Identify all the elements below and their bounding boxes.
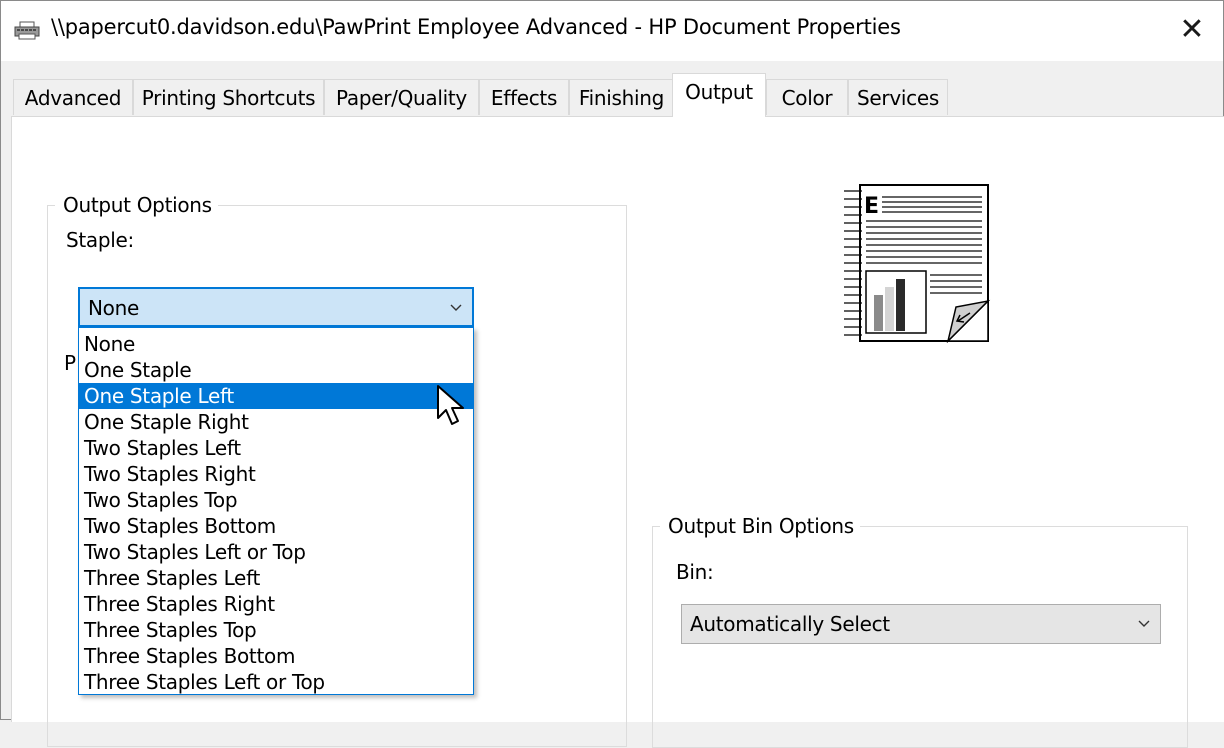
staple-dropdown-list[interactable]: None One Staple One Staple Left One Stap… (78, 327, 474, 695)
bin-select-value: Automatically Select (690, 612, 890, 636)
close-icon: ✕ (1179, 12, 1205, 47)
staple-option-two-staples-right[interactable]: Two Staples Right (79, 461, 473, 487)
svg-text:E: E (864, 194, 879, 219)
staple-option-three-staples-bottom[interactable]: Three Staples Bottom (79, 643, 473, 669)
obscured-label: P (64, 351, 77, 375)
tab-finishing[interactable]: Finishing (569, 79, 674, 115)
bin-select[interactable]: Automatically Select (681, 604, 1161, 644)
tab-effects[interactable]: Effects (479, 79, 569, 115)
chevron-down-icon (1138, 620, 1150, 627)
staple-option-two-staples-left[interactable]: Two Staples Left (79, 435, 473, 461)
staple-option-two-staples-top[interactable]: Two Staples Top (79, 487, 473, 513)
document-preview-icon: E (844, 184, 991, 343)
printer-icon (14, 21, 40, 40)
staple-option-one-staple[interactable]: One Staple (79, 357, 473, 383)
tab-advanced[interactable]: Advanced (13, 79, 133, 115)
tab-output[interactable]: Output (672, 73, 766, 117)
staple-option-three-staples-right[interactable]: Three Staples Right (79, 591, 473, 617)
output-options-legend: Output Options (55, 193, 218, 217)
staple-option-three-staples-top[interactable]: Three Staples Top (79, 617, 473, 643)
title-bar: \\papercut0.davidson.edu\PawPrint Employ… (1, 1, 1223, 61)
staple-select[interactable]: None (78, 287, 474, 327)
staple-option-none[interactable]: None (79, 331, 473, 357)
tab-color[interactable]: Color (766, 79, 848, 115)
document-properties-window: \\papercut0.davidson.edu\PawPrint Employ… (0, 0, 1224, 748)
close-button[interactable]: ✕ (1167, 7, 1217, 53)
window-title: \\papercut0.davidson.edu\PawPrint Employ… (51, 15, 901, 39)
chevron-down-icon (450, 304, 462, 311)
tab-paper-quality[interactable]: Paper/Quality (324, 79, 479, 115)
staple-option-two-staples-left-or-top[interactable]: Two Staples Left or Top (79, 539, 473, 565)
bin-label: Bin: (676, 560, 714, 584)
staple-option-two-staples-bottom[interactable]: Two Staples Bottom (79, 513, 473, 539)
staple-option-one-staple-right[interactable]: One Staple Right (79, 409, 473, 435)
staple-option-one-staple-left[interactable]: One Staple Left (79, 383, 473, 409)
staple-option-three-staples-left-or-top[interactable]: Three Staples Left or Top (79, 669, 473, 695)
tab-services[interactable]: Services (848, 79, 948, 115)
staple-select-value: None (88, 296, 139, 320)
mouse-pointer-icon (437, 385, 464, 425)
staple-option-three-staples-left[interactable]: Three Staples Left (79, 565, 473, 591)
output-tab-panel: Output Options Staple: None P None One S… (11, 116, 1224, 748)
tab-strip: Advanced Printing Shortcuts Paper/Qualit… (1, 61, 1223, 119)
staple-label: Staple: (66, 228, 134, 252)
output-bin-options-legend: Output Bin Options (660, 514, 860, 538)
tab-printing-shortcuts[interactable]: Printing Shortcuts (133, 79, 324, 115)
